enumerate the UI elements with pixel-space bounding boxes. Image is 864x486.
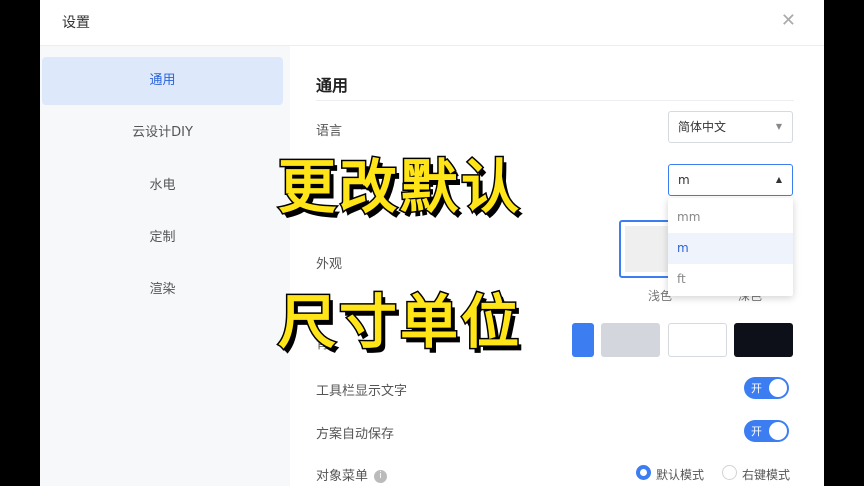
- chevron-up-icon: ▲: [775, 175, 782, 184]
- section-divider: [316, 100, 794, 101]
- language-select[interactable]: 简体中文 ▼: [668, 111, 793, 143]
- autosave-toggle-label: 开: [751, 425, 762, 438]
- toolbar-text-toggle-label: 开: [751, 382, 762, 395]
- chevron-down-icon: ▼: [775, 122, 782, 131]
- language-select-value: 简体中文: [678, 120, 727, 134]
- autosave-label: 方案自动保存: [316, 427, 395, 442]
- sidebar-item-plumbing-electric[interactable]: 水电: [42, 162, 283, 210]
- dialog-title: 设置: [62, 15, 90, 31]
- sidebar-item-render[interactable]: 渲染: [42, 266, 283, 314]
- autosave-toggle[interactable]: 开: [744, 420, 789, 442]
- unit-option-m[interactable]: m: [668, 233, 793, 264]
- overlay-caption-line1: 更改默认: [276, 152, 523, 223]
- settings-main: 通用 语言 简体中文 ▼ m ▲ 外观 浅色 深色 背 工具栏显示文字 开 方案…: [290, 46, 824, 486]
- unit-dropdown: mm m ft: [668, 198, 793, 296]
- toggle-knob: [769, 422, 787, 440]
- section-title: 通用: [316, 76, 349, 95]
- radio-default-mode-label: 默认模式: [656, 468, 705, 482]
- info-icon[interactable]: i: [374, 470, 388, 483]
- object-menu-label: 对象菜单 i: [316, 465, 388, 484]
- unit-option-mm[interactable]: mm: [668, 202, 793, 233]
- close-icon[interactable]: ✕: [781, 10, 796, 31]
- toolbar-text-toggle[interactable]: 开: [744, 377, 789, 399]
- swatch-black[interactable]: [734, 323, 793, 357]
- radio-default-mode[interactable]: [636, 465, 651, 480]
- dialog-titlebar: 设置 ✕: [40, 0, 824, 46]
- swatch-white[interactable]: [668, 323, 727, 357]
- swatch-blue[interactable]: [572, 323, 594, 357]
- unit-select-value: m: [678, 173, 690, 187]
- unit-option-ft[interactable]: ft: [668, 264, 793, 295]
- appearance-label: 外观: [316, 257, 343, 272]
- sidebar-item-cloud-diy[interactable]: 云设计DIY: [42, 109, 283, 157]
- sidebar-item-custom[interactable]: 定制: [42, 214, 283, 262]
- radio-right-click-mode-label: 右键模式: [742, 468, 791, 482]
- object-menu-label-text: 对象菜单: [316, 469, 369, 484]
- overlay-caption-line2: 尺寸单位: [276, 287, 523, 358]
- unit-select[interactable]: m ▲: [668, 164, 793, 196]
- language-label: 语言: [316, 124, 343, 139]
- theme-light-preview: [625, 226, 674, 272]
- toggle-knob: [769, 379, 787, 397]
- radio-right-click-mode[interactable]: [722, 465, 737, 480]
- toolbar-text-label: 工具栏显示文字: [316, 384, 408, 399]
- sidebar-item-general[interactable]: 通用: [42, 57, 283, 105]
- settings-sidebar: 通用 云设计DIY 水电 定制 渲染: [40, 46, 290, 486]
- settings-dialog: 设置 ✕ 通用 云设计DIY 水电 定制 渲染 通用 语言 简体中文 ▼ m ▲…: [40, 0, 824, 486]
- swatch-gray[interactable]: [601, 323, 660, 357]
